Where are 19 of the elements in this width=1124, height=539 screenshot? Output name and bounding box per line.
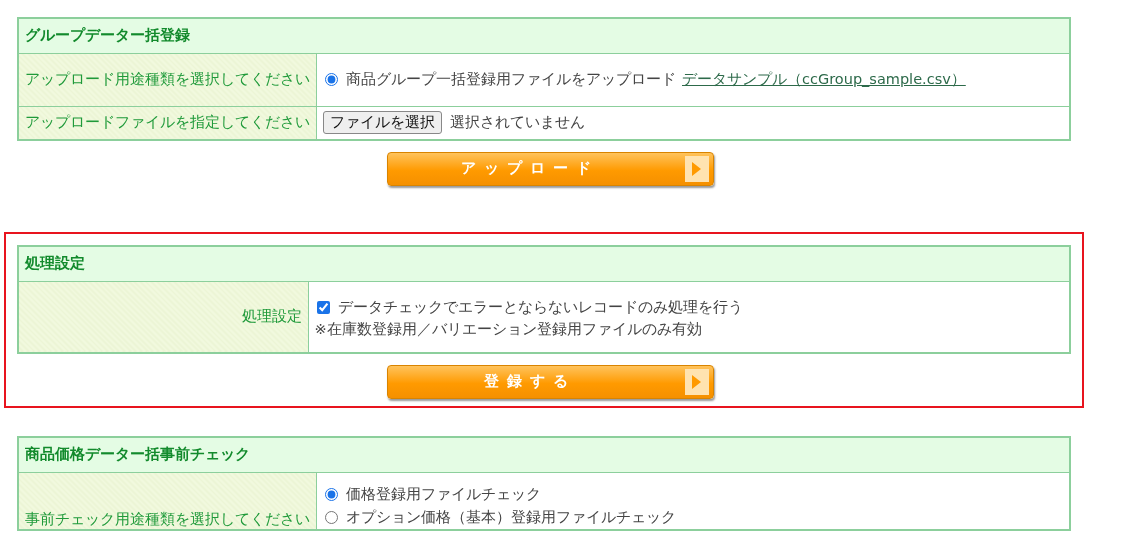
section-title: 商品価格データー括事前チェック (18, 437, 1070, 472)
option-label: オプション価格（基本）登録用ファイルチェック (346, 507, 676, 527)
note-text: ※在庫数登録用／バリエーション登録用ファイルのみ有効 (314, 319, 703, 339)
field-label: 事前チェック用途種類を選択してください (18, 472, 317, 530)
radio-button[interactable] (325, 73, 338, 86)
section-title: グループデーター括登録 (18, 18, 1070, 53)
choose-file-button[interactable]: ファイルを選択 (323, 111, 442, 135)
sample-link[interactable]: データサンプル（ccGroup_sample.csv） (682, 70, 966, 89)
radio-button[interactable] (325, 510, 338, 524)
option-label: データチェックでエラーとならないレコードのみ処理を行う (337, 297, 743, 317)
option-label: 価格登録用ファイルチェック (346, 484, 541, 504)
section-title: 処理設定 (18, 246, 1070, 281)
radio-button[interactable] (325, 487, 338, 501)
field-label: 処理設定 (18, 281, 308, 353)
file-status: 選択されていません (450, 113, 585, 133)
checkbox[interactable] (316, 300, 330, 314)
field-label: アップロードファイルを指定してください (18, 106, 317, 140)
option-label: 商品グループ一括登録用ファイルをアップロード (346, 70, 676, 89)
field-label: アップロード用途種類を選択してください (18, 53, 317, 106)
